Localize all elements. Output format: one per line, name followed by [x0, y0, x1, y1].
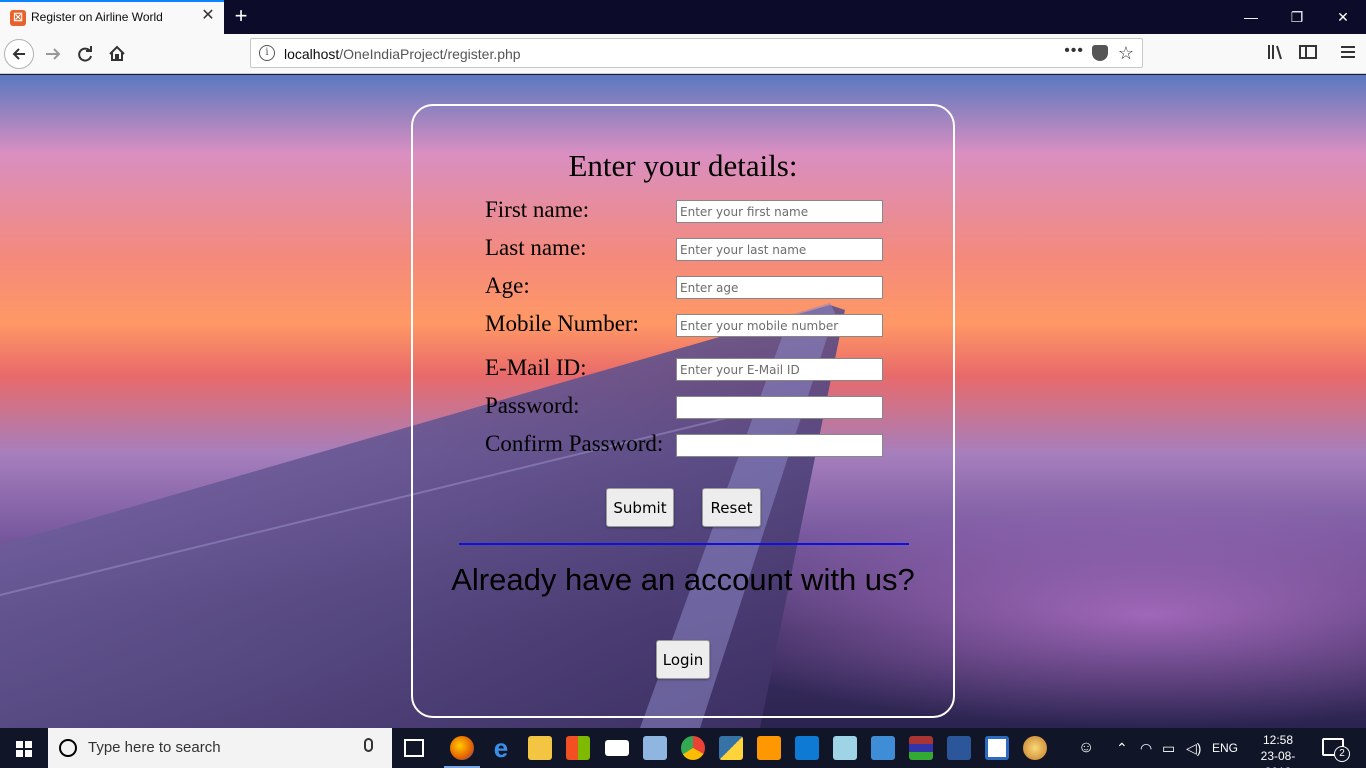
confirm-password-input[interactable] [676, 434, 883, 457]
language-indicator[interactable]: ENG [1212, 728, 1238, 768]
xampp-favicon-icon: ☒ [10, 10, 26, 26]
windows-logo-icon [16, 741, 23, 748]
navigation-toolbar: i localhost/OneIndiaProject/register.php… [0, 34, 1366, 74]
already-account-text: Already have an account with us? [451, 562, 915, 597]
bookmark-star-icon[interactable]: ☆ [1118, 43, 1134, 64]
tab-register[interactable]: ☒ Register on Airline World ✕ [0, 0, 224, 34]
age-label: Age: [485, 273, 530, 298]
register-form-card: Enter your details: First name: Last nam… [411, 104, 955, 718]
back-arrow-icon [12, 48, 25, 60]
edge-icon[interactable]: e [489, 735, 513, 761]
clock-time: 12:58 [1262, 733, 1294, 747]
reload-icon [78, 46, 92, 62]
page-actions-icon[interactable]: ••• [1064, 42, 1084, 60]
submit-button[interactable]: Submit [606, 488, 674, 527]
vscode-icon[interactable] [795, 736, 819, 760]
password-label: Password: [485, 393, 580, 418]
mail-icon[interactable] [605, 740, 629, 756]
hamburger-menu-icon[interactable] [1338, 42, 1358, 67]
paint-icon[interactable] [1023, 736, 1047, 760]
sidebar-icon[interactable] [1298, 42, 1318, 67]
battery-icon[interactable]: ▭ [1162, 728, 1175, 768]
age-input[interactable] [676, 276, 883, 299]
forward-button[interactable] [38, 39, 68, 69]
store-icon[interactable] [566, 736, 590, 760]
site-info-icon[interactable]: i [259, 45, 275, 61]
chrome-icon[interactable] [681, 736, 705, 760]
tab-close-icon[interactable]: ✕ [200, 8, 216, 24]
url-bar[interactable]: i localhost/OneIndiaProject/register.php… [250, 38, 1143, 68]
email-input[interactable] [676, 358, 883, 381]
form-heading: Enter your details: [568, 148, 798, 183]
sublime-text-icon[interactable] [757, 736, 781, 760]
notepad-icon[interactable] [833, 736, 857, 760]
start-button[interactable] [0, 728, 48, 768]
wifi-icon[interactable]: ◠ [1140, 728, 1152, 768]
show-hidden-icons-icon[interactable]: ⌃ [1116, 728, 1128, 768]
minimize-button[interactable]: — [1228, 0, 1274, 34]
mobile-number-label: Mobile Number: [485, 311, 639, 336]
search-placeholder: Type here to search [88, 739, 221, 756]
task-view-icon[interactable] [404, 739, 424, 757]
page-background: Enter your details: First name: Last nam… [0, 75, 1366, 728]
tab-bar: ☒ Register on Airline World ✕ + — ❐ ✕ [0, 0, 1366, 34]
url-text[interactable]: localhost/OneIndiaProject/register.php [284, 46, 521, 62]
back-button[interactable] [4, 39, 34, 69]
volume-icon[interactable]: ◁) [1186, 728, 1201, 768]
login-button[interactable]: Login [656, 640, 710, 679]
first-name-label: First name: [485, 197, 590, 222]
taskbar-search-box[interactable]: Type here to search [48, 728, 392, 768]
firefox-icon[interactable] [444, 736, 480, 768]
forward-arrow-icon [46, 48, 61, 60]
window-close-button[interactable]: ✕ [1320, 0, 1366, 34]
system-clock[interactable]: 12:58 23-08-2018 [1248, 732, 1308, 768]
reload-button[interactable] [70, 39, 100, 69]
action-center-icon[interactable]: 2 [1322, 738, 1350, 762]
home-icon [109, 45, 125, 61]
tab-title: Register on Airline World [31, 10, 163, 24]
control-panel-icon[interactable] [871, 736, 895, 760]
people-icon[interactable]: ☺ [1078, 728, 1094, 768]
pocket-icon[interactable] [1092, 45, 1108, 61]
microphone-icon[interactable] [364, 738, 373, 752]
windows-taskbar: Type here to search e ☺ ⌃ ◠ ▭ ◁) ENG 12:… [0, 728, 1366, 768]
clock-date: 23-08-2018 [1260, 749, 1296, 768]
python-icon[interactable] [719, 736, 743, 760]
home-button[interactable] [102, 39, 132, 69]
restore-button[interactable]: ❐ [1274, 0, 1320, 34]
mobile-number-input[interactable] [676, 314, 883, 337]
snipping-tool-icon[interactable] [985, 736, 1009, 760]
last-name-input[interactable] [676, 238, 883, 261]
new-tab-button[interactable]: + [230, 4, 252, 28]
password-input[interactable] [676, 396, 883, 419]
library-icon[interactable] [1266, 42, 1286, 67]
first-name-input[interactable] [676, 200, 883, 223]
word-icon[interactable] [947, 736, 971, 760]
file-explorer-icon[interactable] [528, 736, 552, 760]
reset-button[interactable]: Reset [702, 488, 761, 527]
last-name-label: Last name: [485, 235, 587, 260]
notification-count-badge: 2 [1334, 746, 1350, 762]
network-icon[interactable] [643, 736, 667, 760]
divider [459, 543, 909, 545]
winrar-icon[interactable] [909, 736, 933, 760]
cortana-icon [59, 739, 77, 757]
confirm-password-label: Confirm Password: [485, 431, 664, 456]
email-label: E-Mail ID: [485, 355, 587, 380]
